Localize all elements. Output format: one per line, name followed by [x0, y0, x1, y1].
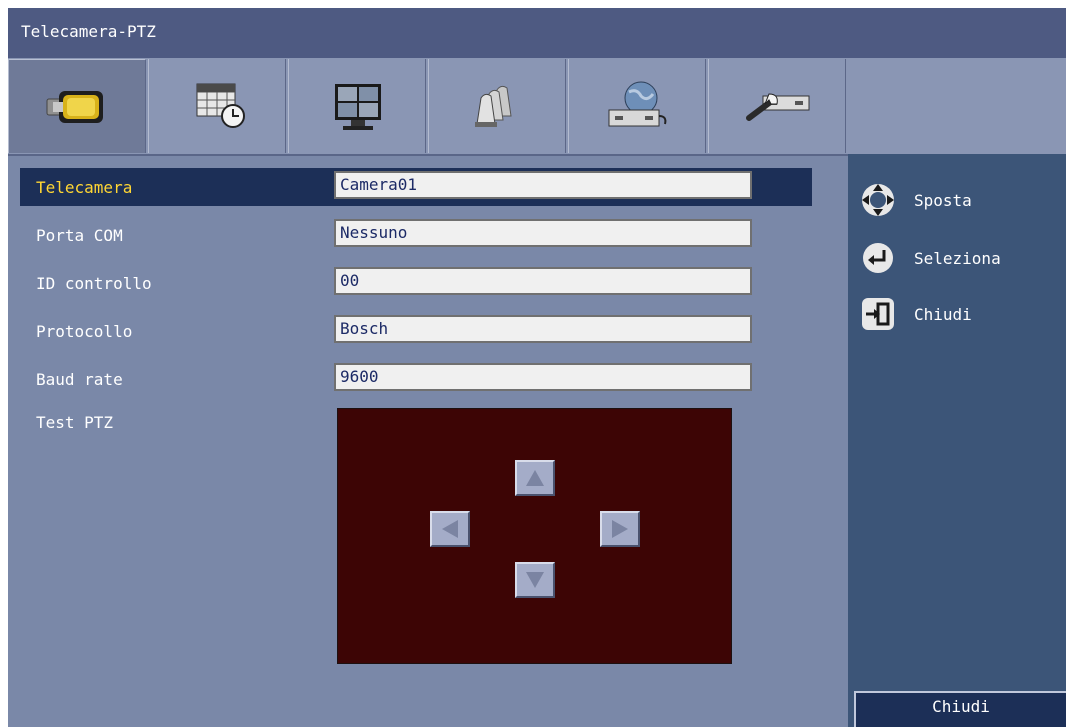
help-panel: Sposta Seleziona Chiudi Chiudi — [848, 154, 1066, 727]
arrow-up-icon — [526, 470, 544, 486]
baud-rate-label: Baud rate — [36, 370, 123, 389]
help-select: Seleziona — [856, 240, 1066, 276]
help-move-label: Sposta — [914, 191, 972, 210]
baud-rate-field[interactable]: 9600 — [334, 363, 752, 391]
help-close: Chiudi — [856, 296, 1066, 332]
settings-form: Telecamera Camera01 Porta COM Nessuno ID… — [8, 156, 848, 727]
arrow-left-icon — [442, 520, 458, 538]
protocol-field[interactable]: Bosch — [334, 315, 752, 343]
tab-system[interactable] — [708, 59, 846, 153]
ptz-test-label: Test PTZ — [36, 413, 114, 432]
system-tools-icon — [746, 93, 810, 121]
exit-icon — [862, 298, 894, 330]
ptz-right-button[interactable] — [600, 511, 640, 547]
menu-tab-strip — [8, 58, 1066, 154]
dpad-icon — [862, 184, 894, 216]
camera-icon — [46, 91, 103, 123]
arrow-right-icon — [612, 520, 628, 538]
title-bar: Telecamera-PTZ — [8, 8, 1066, 58]
monitor-icon — [335, 84, 381, 130]
help-select-label: Seleziona — [914, 249, 1001, 268]
tab-camera[interactable] — [8, 59, 146, 153]
com-port-label: Porta COM — [36, 226, 123, 245]
tab-network[interactable] — [568, 59, 706, 153]
camera-label: Telecamera — [36, 178, 133, 197]
arrow-down-icon — [526, 572, 544, 588]
window-title: Telecamera-PTZ — [21, 22, 156, 41]
row-control-id[interactable]: ID controllo 00 — [20, 264, 812, 302]
row-protocol[interactable]: Protocollo Bosch — [20, 312, 812, 350]
ptz-settings-screen: Telecamera-PTZ Telecamera Camera01 Porta… — [8, 8, 1066, 727]
close-button[interactable]: Chiudi — [854, 691, 1066, 727]
control-id-label: ID controllo — [36, 274, 152, 293]
row-baud-rate[interactable]: Baud rate 9600 — [20, 360, 812, 398]
ptz-left-button[interactable] — [430, 511, 470, 547]
protocol-label: Protocollo — [36, 322, 133, 341]
ptz-test-pad — [337, 408, 732, 664]
ptz-down-button[interactable] — [515, 562, 555, 598]
row-com-port[interactable]: Porta COM Nessuno — [20, 216, 812, 254]
network-icon — [608, 81, 667, 127]
enter-icon — [863, 243, 893, 273]
help-close-label: Chiudi — [914, 305, 972, 324]
tab-monitor[interactable] — [288, 59, 426, 153]
tab-alarm[interactable] — [428, 59, 566, 153]
help-move: Sposta — [856, 182, 1066, 218]
com-port-field[interactable]: Nessuno — [334, 219, 752, 247]
ptz-up-button[interactable] — [515, 460, 555, 496]
tab-schedule[interactable] — [148, 59, 286, 153]
schedule-icon — [196, 83, 245, 128]
camera-field[interactable]: Camera01 — [334, 171, 752, 199]
alarm-stack-icon — [475, 85, 512, 127]
control-id-field[interactable]: 00 — [334, 267, 752, 295]
row-camera[interactable]: Telecamera Camera01 — [20, 168, 812, 206]
